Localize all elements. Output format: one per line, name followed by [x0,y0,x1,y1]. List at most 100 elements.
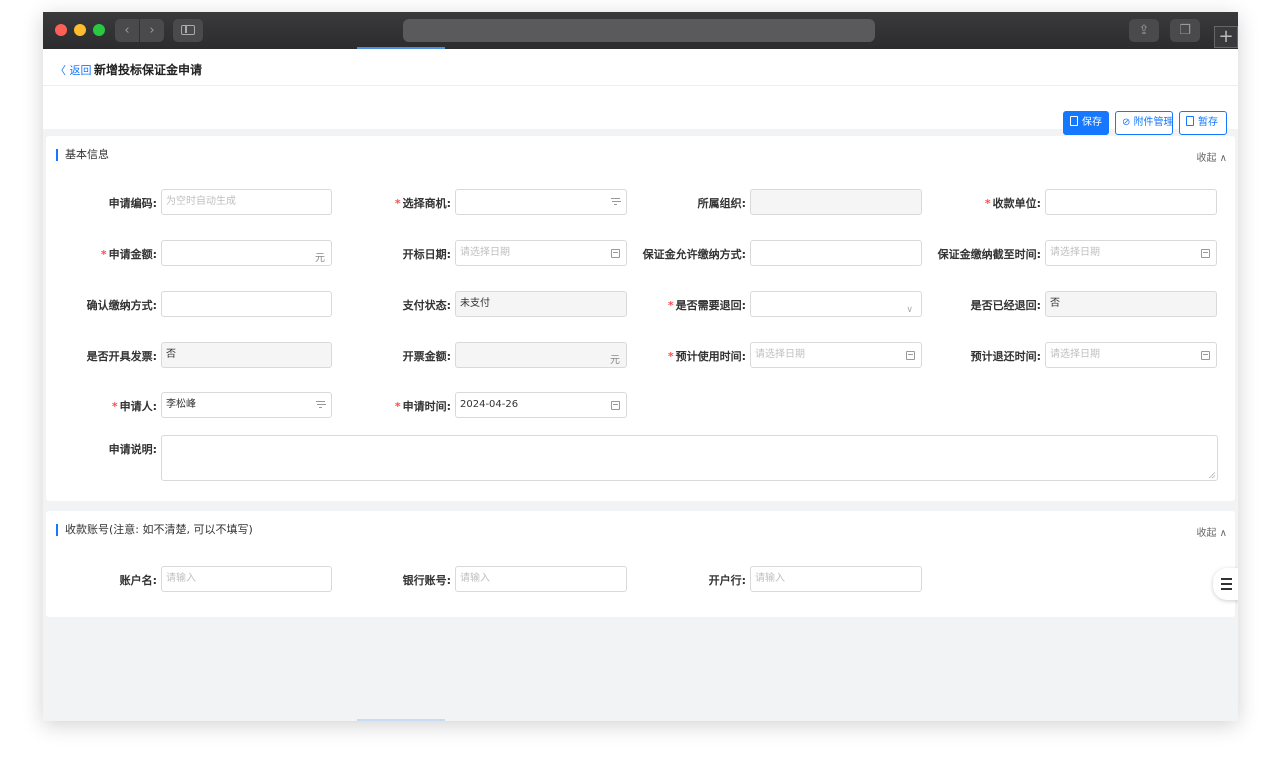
collapse-toggle[interactable]: 收起 ∧ [1197,149,1228,164]
need-return-select[interactable]: ∨ [750,291,922,317]
payee-input[interactable] [1045,189,1217,215]
new-tab-button[interactable]: + [1214,26,1238,48]
applicant-field: * 申请人: 李松峰 [112,392,332,418]
use-time-picker[interactable]: 请选择日期 [750,342,922,368]
account-no-input[interactable]: 请输入 [455,566,627,592]
field-label: * 申请人: [111,400,157,413]
bid-date-picker[interactable]: 请选择日期 [455,240,627,266]
payee-field: * 收款单位: [985,189,1217,215]
calendar-icon [611,401,620,410]
returned-input: 否 [1045,291,1217,317]
invoiced-field: 是否开具发票: 否 [87,342,332,368]
page-header: 〈 返回 新增投标保证金申请 保存 ⊘ 附件管理 暂存 [43,49,1238,135]
bank-input[interactable]: 请输入 [750,566,922,592]
browser-window: ‹ › ⇪ ❐ + 〈 返回 新增投标保证金申请 保存 ⊘ 附件管理 暂存 基本… [43,12,1238,721]
field-label: 开票金额: [402,350,451,363]
deadline-field: 保证金缴纳截至时间: 请选择日期 [938,240,1217,266]
address-bar[interactable] [403,19,875,42]
back-link[interactable]: 〈 返回 [55,62,92,78]
field-label: 开标日期: [402,248,451,261]
chevron-down-icon: ∨ [906,305,913,315]
section-title: 基本信息 [56,149,109,161]
calendar-icon [611,249,620,258]
section-title: 收款账号(注意: 如不清楚, 可以不填写) [56,524,253,536]
apply-time-field: * 申请时间: 2024-04-26 [395,392,627,418]
share-button[interactable]: ⇪ [1129,19,1159,42]
field-label: 账户名: [119,574,157,587]
field-label: 是否已经退回: [970,299,1041,312]
minimize-window-button[interactable] [74,24,86,36]
resize-handle[interactable] [1209,472,1215,478]
save-button[interactable]: 保存 [1063,111,1109,135]
unit-suffix: 元 [610,355,620,366]
apply-no-field: 申请编码: 为空时自动生成 [109,189,332,215]
collapse-toggle[interactable]: 收起 ∧ [1197,524,1228,539]
returned-field: 是否已经退回: 否 [971,291,1217,317]
basic-info-card: 基本信息 收起 ∧ 申请编码: 为空时自动生成 * 选择商机: 所属组织: * 收款… [46,136,1235,501]
field-label: 支付状态: [402,299,451,312]
field-label: 申请编码: [108,197,157,210]
opportunity-select[interactable] [455,189,627,215]
deadline-picker[interactable]: 请选择日期 [1045,240,1217,266]
chevron-left-icon: ‹ [124,23,130,38]
confirm-method-input[interactable] [161,291,332,317]
apply-time-picker[interactable]: 2024-04-26 [455,392,627,418]
return-time-picker[interactable]: 请选择日期 [1045,342,1217,368]
sidebar-toggle-button[interactable] [173,19,203,42]
account-name-field: 账户名: 请输入 [120,566,332,592]
field-label: * 选择商机: [394,197,451,210]
field-label: * 是否需要退回: [667,299,746,312]
account-name-input[interactable]: 请输入 [161,566,332,592]
org-input [750,189,922,215]
bid-date-field: 开标日期: 请选择日期 [403,240,627,266]
sliders-icon [1221,578,1232,580]
account-card: 收款账号(注意: 如不清楚, 可以不填写) 收起 ∧ 账户名: 请输入 银行账号… [46,511,1235,617]
field-label: 是否开具发票: [86,350,157,363]
opportunity-field: * 选择商机: [395,189,627,215]
settings-float-button[interactable] [1213,568,1238,600]
browser-back-button[interactable]: ‹ [115,19,139,42]
field-label: * 申请时间: [394,400,451,413]
invoice-amount-input: 元 [455,342,627,368]
document-icon [1070,116,1078,126]
org-field: 所属组织: [698,189,922,215]
attachment-label: 附件管理 [1133,117,1174,128]
applicant-select[interactable]: 李松峰 [161,392,332,418]
tab-overview-button[interactable]: ❐ [1170,19,1200,42]
sidebar-icon [181,25,195,35]
calendar-icon [906,351,915,360]
need-return-field: * 是否需要退回: ∨ [668,291,922,317]
use-time-field: * 预计使用时间: 请选择日期 [668,342,922,368]
page-title: 新增投标保证金申请 [94,63,203,77]
pay-status-input: 未支付 [455,291,627,317]
calendar-icon [1201,351,1210,360]
unit-suffix: 元 [315,253,325,264]
title-bar: ‹ › ⇪ ❐ + [43,12,1238,49]
field-label: 确认缴纳方式: [86,299,157,312]
field-label: * 收款单位: [984,197,1041,210]
close-window-button[interactable] [55,24,67,36]
field-label: * 申请金额: [100,248,157,261]
browser-forward-button[interactable]: › [140,19,164,42]
filter-icon [611,197,620,206]
calendar-icon [1201,249,1210,258]
return-time-field: 预计退还时间: 请选择日期 [971,342,1217,368]
field-label: 所属组织: [697,197,746,210]
bottom-indicator [357,719,445,721]
draft-button[interactable]: 暂存 [1179,111,1227,135]
description-textarea[interactable] [161,435,1218,481]
pay-status-field: 支付状态: 未支付 [403,291,627,317]
apply-no-input[interactable]: 为空时自动生成 [161,189,332,215]
attachment-button[interactable]: ⊘ 附件管理 [1115,111,1174,135]
pay-method-field: 保证金允许缴纳方式: [643,240,922,266]
field-label: 银行账号: [402,574,451,587]
pay-method-input[interactable] [750,240,922,266]
description-field: 申请说明: [109,435,1218,481]
amount-field: * 申请金额: 元 [101,240,332,266]
bank-field: 开户行: 请输入 [709,566,922,592]
maximize-window-button[interactable] [93,24,105,36]
header-divider [43,85,1238,86]
field-label: 保证金允许缴纳方式: [642,248,746,261]
field-label: 申请说明: [108,443,157,456]
amount-input[interactable]: 元 [161,240,332,266]
